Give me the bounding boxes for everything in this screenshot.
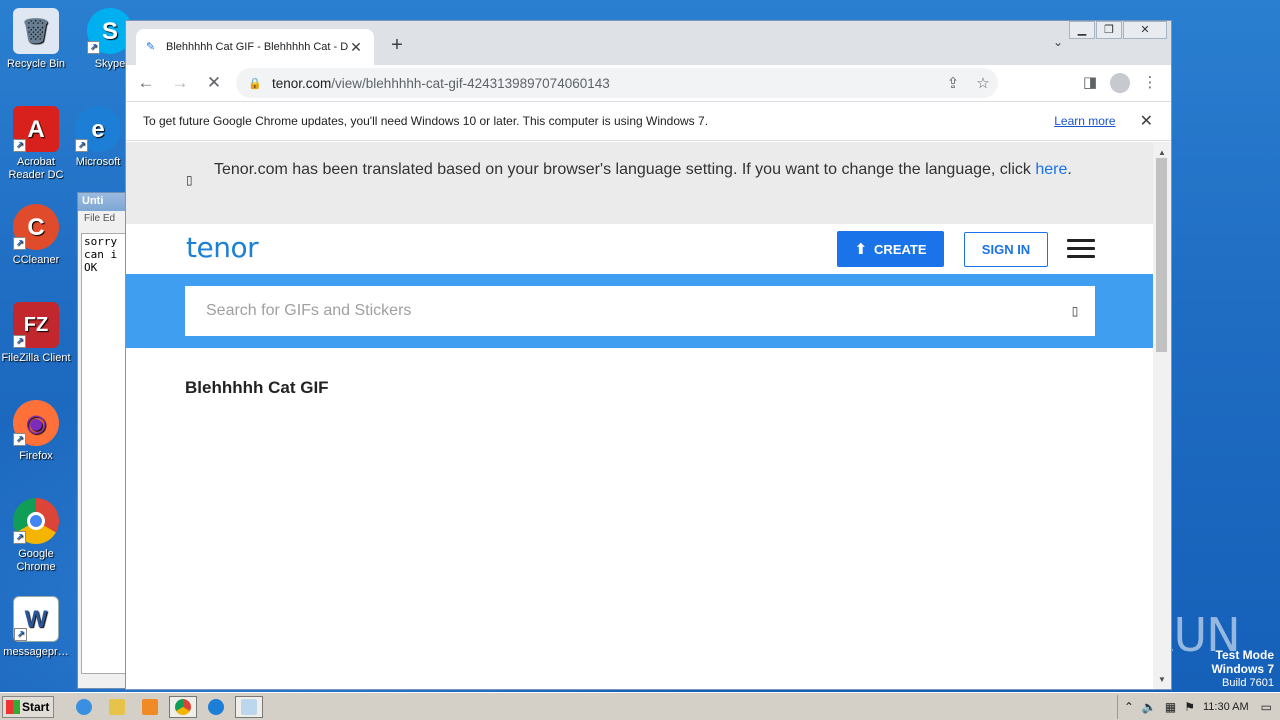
- start-button[interactable]: Start: [2, 695, 54, 718]
- site-header: tenor ⬆ CREATE SIGN IN: [126, 224, 1154, 274]
- create-button[interactable]: ⬆ CREATE: [837, 231, 944, 267]
- search-icon[interactable]: ▯: [1055, 304, 1095, 318]
- update-infobar: To get future Google Chrome updates, you…: [126, 101, 1171, 141]
- desktop-icon-google-chrome[interactable]: ↗ Google Chrome: [0, 498, 72, 574]
- maximize-button[interactable]: ❐: [1096, 21, 1122, 39]
- windows-flag-icon: [6, 699, 20, 714]
- chrome-window: ✎ Blehhhhh Cat GIF - Blehhhhh Cat - D ✕ …: [125, 20, 1172, 690]
- window-controls: ▁ ❐ ✕: [1068, 21, 1167, 39]
- taskbar-media-player-icon[interactable]: [136, 696, 164, 718]
- network-icon[interactable]: ▦: [1165, 700, 1176, 714]
- ccleaner-icon: C ↗: [13, 204, 59, 250]
- notepad-title: Unti: [78, 193, 126, 211]
- tab-strip: ✎ Blehhhhh Cat GIF - Blehhhhh Cat - D ✕ …: [126, 21, 1171, 65]
- desktop-icon-message-doc[interactable]: W ↗ messagepr…: [0, 596, 72, 659]
- bookmark-star-icon[interactable]: ☆: [968, 74, 998, 92]
- tenor-logo[interactable]: tenor: [186, 231, 259, 264]
- tray-expand-icon[interactable]: ⌃: [1124, 700, 1134, 714]
- desktop-icon-filezilla[interactable]: FZ ↗ FileZilla Client: [0, 302, 72, 365]
- pen-icon: ✎: [146, 41, 156, 53]
- desktop-icon-firefox[interactable]: ◉ ↗ Firefox: [0, 400, 72, 463]
- lock-icon[interactable]: 🔒: [248, 77, 262, 90]
- clock[interactable]: 11:30 AM: [1203, 701, 1249, 713]
- gif-title: Blehhhhh Cat GIF: [185, 378, 329, 397]
- page-viewport: ▯ Tenor.com has been translated based on…: [126, 142, 1154, 689]
- taskbar-explorer-icon[interactable]: [103, 696, 131, 718]
- search-placeholder: Search for GIFs and Stickers: [206, 302, 412, 319]
- upload-arrow-icon: ⬆: [854, 241, 868, 258]
- kebab-menu-icon[interactable]: ⋮: [1135, 69, 1165, 97]
- acrobat-icon: A ↗: [13, 106, 59, 152]
- desktop-icon-recycle-bin[interactable]: 🗑 Recycle Bin: [0, 8, 72, 71]
- taskbar-edge-icon[interactable]: [202, 696, 230, 718]
- taskbar: Start ⌃ 🔈 ▦ ⚑ 11:30 AM ▭: [0, 692, 1280, 720]
- notepad-window[interactable]: Unti File Ed sorry can i OK: [77, 192, 127, 689]
- share-icon[interactable]: ⇪: [938, 74, 968, 92]
- gif-search-input[interactable]: Search for GIFs and Stickers ▯: [185, 286, 1095, 336]
- hamburger-menu-icon[interactable]: [1067, 239, 1095, 263]
- taskbar-notepad-icon[interactable]: [235, 695, 263, 718]
- action-center-flag-icon[interactable]: ⚑: [1184, 700, 1195, 714]
- desktop-icon-microsoft-edge[interactable]: e ↗ Microsoft: [62, 106, 134, 169]
- profile-avatar-icon[interactable]: [1105, 69, 1135, 97]
- filezilla-icon: FZ ↗: [13, 302, 59, 348]
- taskbar-ie-icon[interactable]: [70, 696, 98, 718]
- stop-loading-icon[interactable]: ✕: [200, 69, 228, 97]
- test-mode-label: Test Mode Windows 7 Build 7601: [1211, 648, 1274, 689]
- back-arrow-icon[interactable]: ←: [132, 69, 160, 97]
- edge-icon: e ↗: [75, 106, 121, 152]
- minimize-button[interactable]: ▁: [1069, 21, 1095, 39]
- search-band: Search for GIFs and Stickers ▯: [126, 274, 1154, 348]
- chrome-icon: ↗: [13, 498, 59, 544]
- show-desktop-icon[interactable]: ▭: [1261, 700, 1272, 714]
- notepad-text[interactable]: sorry can i OK: [81, 233, 126, 674]
- side-panel-icon[interactable]: ◨: [1075, 69, 1105, 97]
- url-text[interactable]: tenor.com/view/blehhhhh-cat-gif-42431398…: [272, 76, 938, 91]
- page-scrollbar[interactable]: ▲ ▼: [1153, 142, 1171, 689]
- learn-more-link[interactable]: Learn more: [1054, 114, 1115, 128]
- scroll-down-arrow-icon[interactable]: ▼: [1153, 673, 1171, 687]
- close-window-button[interactable]: ✕: [1123, 21, 1167, 39]
- info-icon: ▯: [186, 173, 193, 187]
- firefox-icon: ◉ ↗: [13, 400, 59, 446]
- word-document-icon: W ↗: [13, 596, 59, 642]
- tab-close-icon[interactable]: ✕: [348, 39, 364, 55]
- recycle-bin-icon: 🗑: [13, 8, 59, 54]
- translate-here-link[interactable]: here: [1035, 161, 1067, 178]
- forward-arrow-icon[interactable]: →: [166, 69, 194, 97]
- scrollbar-thumb[interactable]: [1156, 158, 1167, 352]
- tab-title: Blehhhhh Cat GIF - Blehhhhh Cat - D: [166, 41, 348, 53]
- tab-search-chevron-icon[interactable]: ⌄: [1053, 35, 1063, 49]
- volume-icon[interactable]: 🔈: [1142, 700, 1157, 714]
- taskbar-apps: [70, 695, 268, 718]
- address-bar[interactable]: 🔒 tenor.com/view/blehhhhh-cat-gif-424313…: [236, 68, 998, 98]
- translate-banner-text: Tenor.com has been translated based on y…: [214, 161, 1072, 178]
- sign-in-button[interactable]: SIGN IN: [964, 232, 1048, 267]
- system-tray: ⌃ 🔈 ▦ ⚑ 11:30 AM ▭: [1116, 695, 1280, 719]
- infobar-message: To get future Google Chrome updates, you…: [143, 114, 709, 128]
- taskbar-chrome-icon[interactable]: [169, 695, 197, 718]
- notepad-menu[interactable]: File Ed: [78, 211, 126, 227]
- translate-banner: ▯ Tenor.com has been translated based on…: [126, 142, 1154, 224]
- desktop-icon-ccleaner[interactable]: C ↗ CCleaner: [0, 204, 72, 267]
- tab-active[interactable]: ✎ Blehhhhh Cat GIF - Blehhhhh Cat - D ✕: [136, 29, 374, 65]
- browser-toolbar: ← → ✕ 🔒 tenor.com/view/blehhhhh-cat-gif-…: [126, 65, 1171, 101]
- new-tab-button[interactable]: +: [386, 34, 408, 56]
- infobar-close-icon[interactable]: ✕: [1140, 111, 1153, 131]
- toolbar-right: ◨ ⋮: [1075, 69, 1165, 97]
